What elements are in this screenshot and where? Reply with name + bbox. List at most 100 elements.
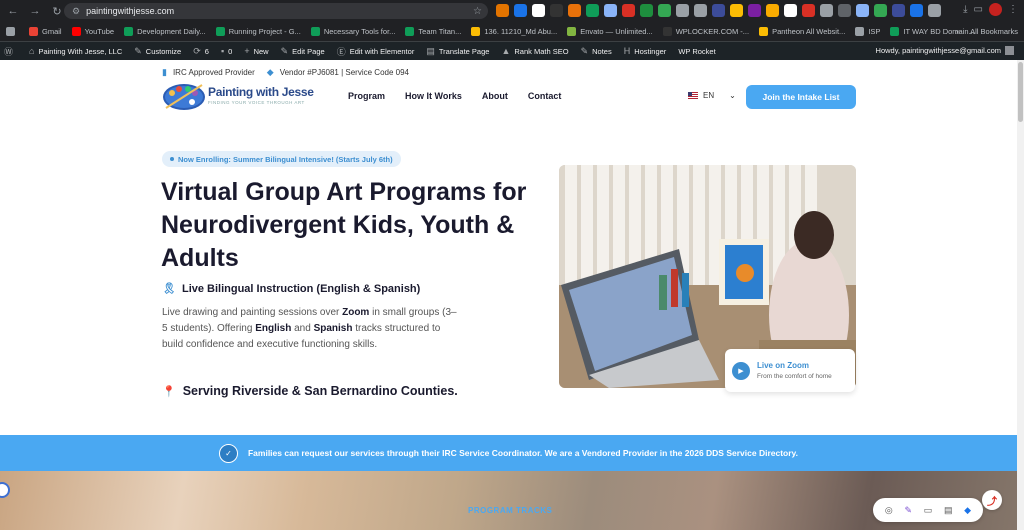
bookmark-item[interactable]: Team Titan...: [405, 27, 461, 36]
nav-about[interactable]: About: [482, 91, 508, 101]
bookmark-item[interactable]: Pantheon All Websit...: [759, 27, 845, 36]
bookmark-favicon-icon: [567, 27, 577, 36]
extension-icon[interactable]: [622, 4, 635, 17]
nav-how-it-works[interactable]: How It Works: [405, 91, 462, 101]
back-icon[interactable]: ←: [4, 2, 22, 20]
nav-contact[interactable]: Contact: [528, 91, 562, 101]
extension-icon[interactable]: [748, 4, 761, 17]
wp-updates[interactable]: ⟳ 6: [193, 46, 209, 57]
profile-avatar[interactable]: [989, 3, 1002, 16]
wp-translate[interactable]: ▤ Translate Page: [426, 46, 489, 57]
download-icon[interactable]: ⤓: [963, 4, 967, 15]
brush-icon: ✎: [134, 45, 142, 56]
wp-elementor[interactable]: Ⓔ Edit with Elementor: [337, 45, 415, 58]
logo-title: Painting with Jesse: [208, 85, 314, 99]
all-bookmarks[interactable]: All Bookmarks: [970, 27, 1018, 36]
enrolling-pill[interactable]: Now Enrolling: Summer Bilingual Intensiv…: [162, 151, 401, 167]
join-intake-button[interactable]: Join the Intake List: [746, 85, 856, 109]
pen-icon[interactable]: ✎: [904, 505, 912, 516]
nav-program[interactable]: Program: [348, 91, 385, 101]
bookmark-item[interactable]: 136. 11210_Md Abu...: [471, 27, 557, 36]
whatsapp-icon[interactable]: ◎: [885, 505, 893, 516]
extension-icon[interactable]: [532, 4, 545, 17]
bookmark-favicon-icon: [890, 27, 900, 36]
hero-subtitle: 🎗 Live Bilingual Instruction (English & …: [162, 282, 421, 296]
extension-icon[interactable]: [586, 4, 599, 17]
tab-search-icon[interactable]: ▭: [974, 4, 983, 15]
text-icon[interactable]: ▤: [944, 505, 953, 516]
bookmark-item[interactable]: ISP: [855, 27, 880, 36]
hero-title: Virtual Group Art Programs for Neurodive…: [161, 178, 527, 272]
page-scrollbar[interactable]: [1017, 60, 1024, 530]
wp-notes[interactable]: ✎ Notes: [581, 46, 612, 57]
extension-icon[interactable]: [712, 4, 725, 17]
pdf-icon[interactable]: ⤴: [982, 490, 1002, 510]
bookmark-item[interactable]: WPLOCKER.COM -...: [662, 27, 749, 36]
bookmark-item[interactable]: Necessary Tools for...: [310, 27, 395, 36]
bookmark-favicon-icon: [310, 27, 320, 36]
extension-icon[interactable]: [910, 4, 923, 17]
bookmark-item[interactable]: Gmail: [29, 27, 62, 36]
palette-logo-icon: [163, 84, 205, 110]
wp-edit-page[interactable]: ✎ Edit Page: [281, 46, 325, 57]
site-logo[interactable]: Painting with Jesse FINDING YOUR VOICE T…: [162, 80, 314, 114]
extension-icon[interactable]: [856, 4, 869, 17]
plus-icon: +: [244, 46, 250, 56]
bookmark-favicon-icon: [71, 27, 81, 36]
notes-icon: ✎: [580, 45, 589, 56]
browser-right-controls: ⤓ ▭ ⋮: [963, 3, 1018, 16]
award-icon: 🎗: [162, 283, 176, 295]
dot-icon: [170, 157, 174, 161]
bookmark-item[interactable]: YouTube: [71, 27, 114, 36]
wp-hostinger[interactable]: H Hostinger: [624, 46, 667, 56]
extension-icon[interactable]: [496, 4, 509, 17]
bookmarks-more[interactable]: »: [956, 27, 960, 36]
extension-icon[interactable]: [802, 4, 815, 17]
bookmark-item[interactable]: Envato — Unlimited...: [567, 27, 653, 36]
extension-icon[interactable]: [784, 4, 797, 17]
bookmark-star-icon[interactable]: ☆: [473, 6, 482, 17]
extension-icon[interactable]: [694, 4, 707, 17]
wp-rankmath[interactable]: ▲ Rank Math SEO: [501, 46, 568, 56]
forward-icon[interactable]: →: [26, 2, 44, 20]
wp-howdy[interactable]: Howdy, paintingwithjesse@gmail.com: [876, 46, 1014, 55]
page-viewport: ▮ IRC Approved Provider ◆ Vendor #PJ6081…: [0, 60, 1017, 530]
extension-icon[interactable]: [892, 4, 905, 17]
wp-new[interactable]: + New: [244, 46, 268, 56]
wp-logo-icon[interactable]: Ⓦ: [4, 45, 17, 58]
extension-icon[interactable]: [730, 4, 743, 17]
extension-icon[interactable]: [874, 4, 887, 17]
extension-icon[interactable]: [676, 4, 689, 17]
logo-tagline: FINDING YOUR VOICE THROUGH ART: [208, 100, 305, 105]
bookmark-item[interactable]: Running Project - G...: [215, 27, 301, 36]
address-bar[interactable]: ⚙ paintingwithjesse.com ☆: [64, 3, 488, 19]
apps-grid-icon[interactable]: [6, 27, 19, 36]
bookmark-favicon-icon: [215, 27, 225, 36]
site-info-icon[interactable]: ⚙: [72, 6, 80, 17]
video-camera-icon: ▶: [732, 361, 750, 380]
menu-kebab-icon[interactable]: ⋮: [1008, 4, 1018, 15]
extension-icon[interactable]: [838, 4, 851, 17]
shield-tool-icon[interactable]: ◆: [964, 505, 971, 516]
extension-icon[interactable]: [820, 4, 833, 17]
extension-icon[interactable]: [550, 4, 563, 17]
wp-admin-bar: Ⓦ ⌂ Painting With Jesse, LLC ✎ Customize ⟳…: [0, 42, 1024, 60]
language-switcher[interactable]: EN ⌄: [688, 91, 736, 100]
extension-icon[interactable]: [604, 4, 617, 17]
live-zoom-card: ▶ Live on Zoom From the comfort of home: [725, 349, 855, 392]
wp-site-name[interactable]: ⌂ Painting With Jesse, LLC: [29, 46, 122, 56]
wp-customize[interactable]: ✎ Customize: [134, 46, 181, 57]
badge-icon: ▮: [162, 67, 167, 77]
scrollbar-thumb[interactable]: [1018, 62, 1023, 122]
chat-icon[interactable]: ▭: [924, 505, 933, 516]
wp-comments[interactable]: ▪ 0: [221, 46, 232, 56]
extension-icon[interactable]: [766, 4, 779, 17]
bookmark-item[interactable]: Development Daily...: [124, 27, 206, 36]
hostinger-icon: H: [623, 46, 631, 56]
wp-rocket[interactable]: WP Rocket: [678, 47, 715, 56]
extension-icon[interactable]: [568, 4, 581, 17]
extension-icon[interactable]: [514, 4, 527, 17]
extension-icon[interactable]: [640, 4, 653, 17]
extension-icon[interactable]: [658, 4, 671, 17]
extension-icon[interactable]: [928, 4, 941, 17]
